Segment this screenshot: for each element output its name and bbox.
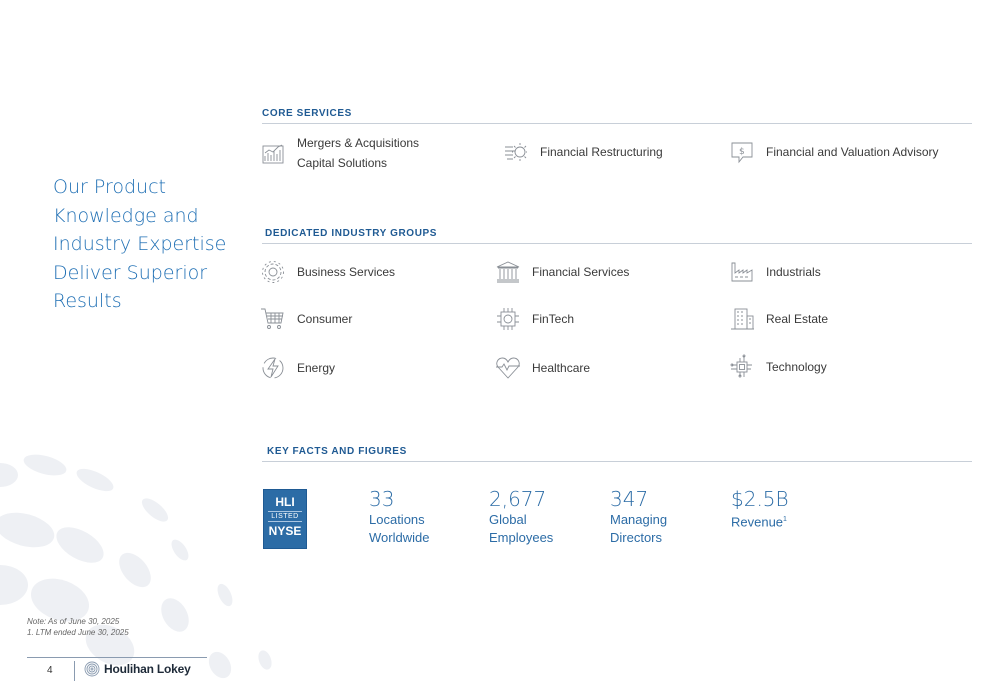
energy-icon [262, 357, 284, 379]
divider [262, 123, 972, 124]
note-line: Note: As of June 30, 2025 [27, 617, 120, 626]
core-services-title: CORE SERVICES [262, 108, 352, 119]
chart-icon [262, 144, 284, 164]
fact-label: Employees [489, 530, 554, 545]
decorative-swirl [0, 454, 272, 679]
heart-icon [496, 357, 520, 379]
badge-ticker: HLI [275, 495, 295, 509]
factory-icon [731, 262, 753, 282]
industry-label: Business Services [297, 265, 396, 279]
fact-label: Revenue [731, 514, 784, 530]
restructuring-icon [505, 143, 527, 161]
headline-line: Industry Expertise [53, 233, 227, 255]
service-restructuring: Financial Restructuring [503, 139, 663, 165]
company-logo: Houlihan Lokey [84, 661, 191, 677]
note-line: 1. LTM ended June 30, 2025 [27, 628, 129, 637]
fact-label: Worldwide [369, 530, 430, 545]
fact-managing-directors: 347 Managing Directors [610, 487, 667, 547]
industry-fintech: FinTech [495, 306, 574, 332]
fintech-icon [497, 308, 519, 330]
industry-real-estate: Real Estate [729, 306, 828, 332]
badge-exchange: NYSE [268, 524, 302, 538]
fact-value: 347 [610, 487, 649, 511]
fact-locations: 33 Locations Worldwide [369, 487, 429, 547]
industry-financial-services: Financial Services [495, 259, 629, 285]
divider [262, 243, 972, 244]
gear-icon [262, 261, 284, 283]
industry-business-services: Business Services [260, 259, 395, 285]
footer-divider [27, 657, 207, 658]
fact-label-wrap: Revenue1 [731, 511, 789, 531]
fact-label: Global [489, 512, 527, 527]
service-label: Financial Restructuring [540, 145, 663, 159]
headline-line: Deliver Superior [53, 261, 208, 284]
fact-value: 33 [369, 487, 395, 511]
industry-label: Technology [766, 360, 827, 374]
fact-label: Directors [610, 530, 663, 545]
fact-label: Managing [610, 512, 668, 527]
industry-label: Industrials [766, 265, 821, 279]
service-valuation: $ Financial and Valuation Advisory [729, 139, 939, 165]
service-label: Mergers & Acquisitions [297, 136, 420, 150]
headline-line: Results [53, 290, 122, 312]
industry-technology: Technology [729, 354, 827, 380]
dollar-speech-icon: $ [731, 142, 753, 164]
fact-employees: 2,677 Global Employees [489, 487, 553, 547]
building-icon [731, 308, 754, 330]
fact-value: $2.5B [731, 487, 789, 511]
nyse-listing-badge: HLI LISTED NYSE [263, 489, 307, 549]
company-name: Houlihan Lokey [104, 662, 191, 676]
industry-label: Financial Services [532, 265, 630, 279]
headline-line: Knowledge and [53, 204, 199, 227]
fingerprint-logo-icon [84, 661, 100, 677]
industry-consumer: Consumer [260, 306, 352, 332]
page-headline: Our Product Knowledge and Industry Exper… [53, 173, 243, 316]
service-label: Financial and Valuation Advisory [766, 145, 939, 159]
svg-text:$: $ [739, 147, 745, 157]
cart-icon [261, 308, 284, 329]
divider [262, 461, 972, 462]
industry-label: Consumer [297, 312, 353, 326]
industry-label: Healthcare [532, 361, 591, 375]
industry-energy: Energy [260, 355, 335, 381]
industry-groups-title: DEDICATED INDUSTRY GROUPS [265, 228, 438, 239]
key-facts-title: KEY FACTS AND FIGURES [267, 446, 407, 457]
service-label: Capital Solutions [297, 156, 388, 170]
footnote-marker: 1 [783, 516, 787, 523]
badge-listed: LISTED [268, 511, 302, 522]
bank-icon [496, 261, 520, 283]
industry-label: FinTech [532, 312, 575, 326]
industry-industrials: Industrials [729, 259, 821, 285]
fact-revenue: $2.5B Revenue1 [731, 487, 789, 531]
industry-label: Real Estate [766, 312, 829, 326]
fact-value: 2,677 [489, 487, 547, 511]
chip-icon [730, 354, 752, 378]
industry-label: Energy [297, 361, 336, 375]
service-ma-capital: Mergers & Acquisitions Capital Solutions [260, 133, 419, 173]
fact-label: Locations [369, 512, 425, 527]
headline-line: Our Product [53, 176, 166, 198]
page-number: 4 [47, 665, 53, 676]
footer-separator [74, 661, 75, 681]
industry-healthcare: Healthcare [495, 355, 590, 381]
footnotes: Note: As of June 30, 2025 1. LTM ended J… [27, 616, 129, 638]
